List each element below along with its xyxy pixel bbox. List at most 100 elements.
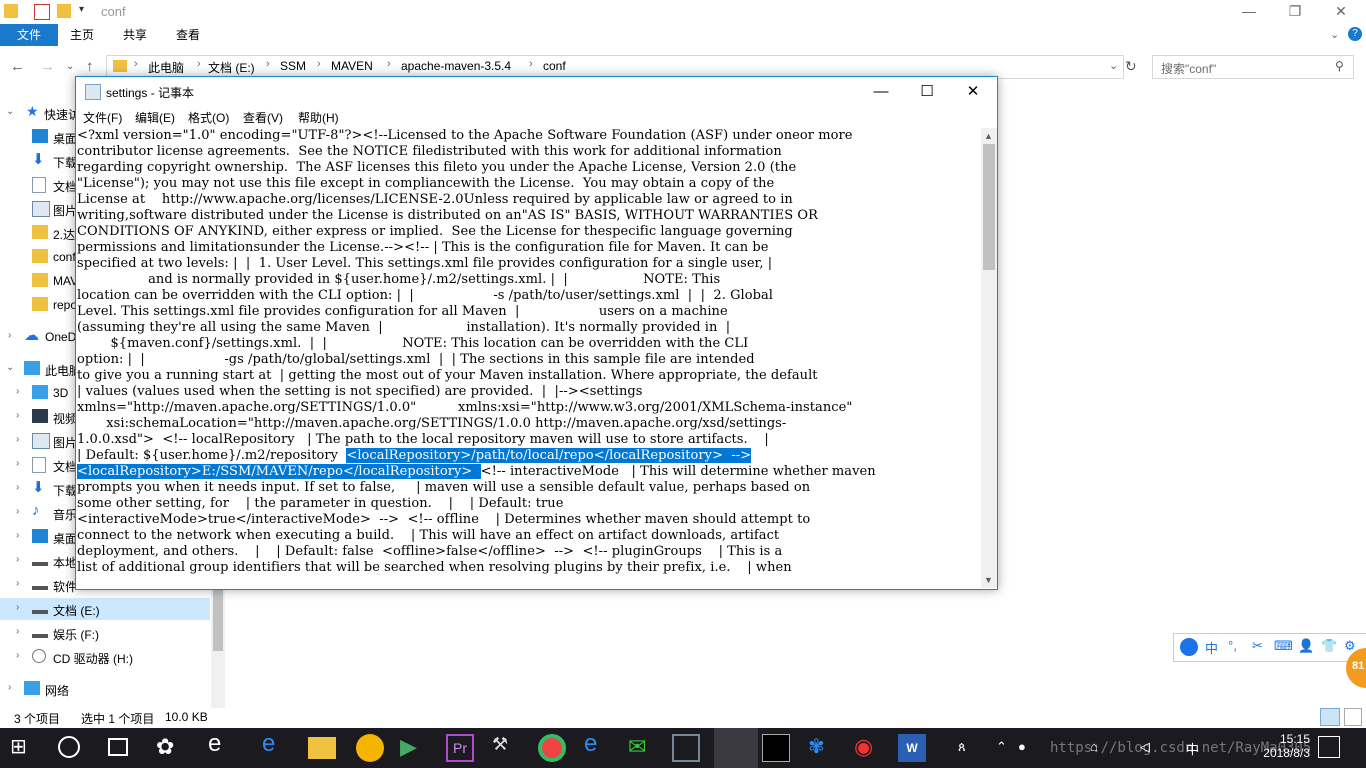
chrome-icon[interactable] <box>538 734 566 762</box>
chevron-right-icon[interactable]: › <box>16 410 19 421</box>
text-line: location can be overridden with the CLI … <box>77 288 773 303</box>
chevron-right-icon[interactable]: › <box>16 650 19 661</box>
expand-ribbon-icon[interactable]: ⌄ <box>1330 28 1339 41</box>
word-icon[interactable]: W <box>898 734 926 762</box>
menu-format[interactable]: 格式(O) <box>188 109 229 126</box>
tab-file[interactable]: 文件 <box>0 24 58 46</box>
search-icon[interactable] <box>58 736 80 758</box>
start-button[interactable]: ⊞ <box>10 734 38 762</box>
punctuation-icon[interactable]: °, <box>1228 638 1237 653</box>
premiere-icon[interactable]: Pr <box>446 734 474 762</box>
notepad-minimize-button[interactable]: — <box>858 77 904 107</box>
notepad-maximize-button[interactable]: ☐ <box>904 77 950 107</box>
chevron-down-icon[interactable]: ⌄ <box>6 106 14 117</box>
people-icon[interactable]: ጰ <box>958 739 966 755</box>
breadcrumb-apache-maven[interactable]: apache-maven-3.5.4 <box>401 59 511 73</box>
new-folder-icon[interactable] <box>57 4 71 18</box>
customize-toolbar-icon[interactable]: ▾ <box>79 4 93 18</box>
chevron-right-icon[interactable]: › <box>16 458 19 469</box>
close-button[interactable]: ✕ <box>1318 0 1364 24</box>
search-box[interactable]: 搜索"conf" ⚲ <box>1152 55 1354 79</box>
scroll-down-arrow[interactable]: ▼ <box>984 575 993 585</box>
chevron-up-icon[interactable]: ⌃ <box>996 739 1007 755</box>
keyboard-icon[interactable]: ⌨ <box>1274 638 1293 654</box>
chevron-right-icon[interactable]: › <box>16 626 19 637</box>
notification-icon[interactable]: ● <box>1018 739 1026 754</box>
cmd-icon[interactable] <box>762 734 790 762</box>
skin-icon[interactable]: 👕 <box>1321 638 1337 654</box>
breadcrumb-drive-e[interactable]: 文档 (E:) <box>208 59 255 76</box>
notepad-close-button[interactable]: ✕ <box>950 77 996 107</box>
menu-file[interactable]: 文件(F) <box>83 109 122 126</box>
menu-view[interactable]: 查看(V) <box>243 109 283 126</box>
chevron-down-icon[interactable]: ⌄ <box>6 362 14 373</box>
netease-music-icon[interactable]: ◉ <box>854 734 882 762</box>
edge-icon[interactable]: e <box>262 730 290 758</box>
action-center-icon[interactable] <box>1318 736 1340 758</box>
breadcrumb-maven[interactable]: MAVEN <box>331 59 373 73</box>
ie-icon[interactable]: e <box>208 730 236 758</box>
chevron-right-icon[interactable]: › <box>16 386 19 397</box>
app-icon[interactable]: ✿ <box>156 734 184 762</box>
nav-label: 网络 <box>45 684 70 698</box>
address-dropdown-icon[interactable]: ⌄ <box>1109 59 1118 72</box>
media-player-icon[interactable]: ▶ <box>400 734 428 762</box>
tools-icon[interactable]: ⚒ <box>492 734 520 762</box>
scrollbar-thumb[interactable] <box>983 144 995 270</box>
help-icon[interactable]: ? <box>1348 27 1362 41</box>
restore-button[interactable]: ❐ <box>1272 0 1318 24</box>
refresh-icon[interactable]: ↻ <box>1125 58 1137 75</box>
chevron-right-icon[interactable]: › <box>16 434 19 445</box>
nav-item-drive-e[interactable]: › 文档 (E:) <box>0 598 210 620</box>
file-explorer-icon[interactable] <box>308 737 336 759</box>
chevron-right-icon[interactable]: › <box>8 682 11 693</box>
star-icon: ★ <box>26 103 39 119</box>
ime-mode-chinese[interactable]: 中 <box>1205 638 1218 657</box>
chevron-right-icon[interactable]: › <box>16 578 19 589</box>
nav-network[interactable]: › 网络 <box>0 678 210 700</box>
menu-help[interactable]: 帮助(H) <box>298 109 339 126</box>
tab-home[interactable]: 主页 <box>58 24 106 46</box>
large-icons-view-icon[interactable] <box>1344 708 1362 726</box>
chevron-right-icon[interactable]: › <box>16 482 19 493</box>
tab-view[interactable]: 查看 <box>164 24 212 46</box>
chevron-right-icon[interactable]: › <box>8 330 11 341</box>
clock[interactable]: 15:15 2018/8/3 <box>1230 732 1310 760</box>
chevron-right-icon[interactable]: › <box>16 530 19 541</box>
forward-icon[interactable]: → <box>40 58 55 75</box>
menu-edit[interactable]: 编辑(E) <box>135 109 175 126</box>
chevron-right-icon[interactable]: › <box>16 554 19 565</box>
breadcrumb-ssm[interactable]: SSM <box>280 59 306 73</box>
tab-share[interactable]: 共享 <box>111 24 159 46</box>
sogou-logo-icon[interactable] <box>1180 638 1198 656</box>
up-icon[interactable]: ↑ <box>86 58 94 75</box>
search-input[interactable]: 搜索"conf" <box>1161 60 1216 77</box>
chevron-right-icon[interactable]: › <box>16 602 19 613</box>
properties-icon[interactable] <box>34 4 50 20</box>
nav-item-drive-h[interactable]: › CD 驱动器 (H:) <box>0 646 210 668</box>
nav-label: repo <box>53 298 78 312</box>
chevron-right-icon[interactable]: › <box>16 506 19 517</box>
app-icon[interactable] <box>356 734 384 762</box>
details-view-icon[interactable] <box>1320 708 1340 726</box>
recent-dropdown-icon[interactable]: ⌄ <box>66 61 74 72</box>
breadcrumb-this-pc[interactable]: 此电脑 <box>148 59 184 76</box>
baidu-icon[interactable]: ✾ <box>808 734 836 762</box>
scroll-up-arrow[interactable]: ▲ <box>984 131 993 141</box>
breadcrumb-conf[interactable]: conf <box>543 59 566 73</box>
nav-label: 视频 <box>53 412 78 426</box>
back-icon[interactable]: ← <box>10 58 25 75</box>
notepad-titlebar[interactable]: settings - 记事本 — ☐ ✕ <box>76 77 997 107</box>
wechat-icon[interactable]: ✉ <box>628 734 656 762</box>
text-line: "License"); you may not use this file ex… <box>77 176 775 191</box>
eclipse-icon[interactable] <box>672 734 700 762</box>
user-icon[interactable]: 👤 <box>1298 638 1314 654</box>
nav-item-drive-f[interactable]: › 娱乐 (F:) <box>0 622 210 644</box>
notepad-scrollbar[interactable]: ▲ ▼ <box>981 128 997 588</box>
minimize-button[interactable]: — <box>1226 0 1272 24</box>
ie-blue-icon[interactable]: e <box>584 730 612 758</box>
notepad-taskbar-button[interactable] <box>714 728 758 768</box>
scissors-icon[interactable]: ✂ <box>1252 638 1263 654</box>
notepad-editor[interactable]: <?xml version="1.0" encoding="UTF-8"?><!… <box>76 128 981 588</box>
task-view-icon[interactable] <box>108 738 128 756</box>
